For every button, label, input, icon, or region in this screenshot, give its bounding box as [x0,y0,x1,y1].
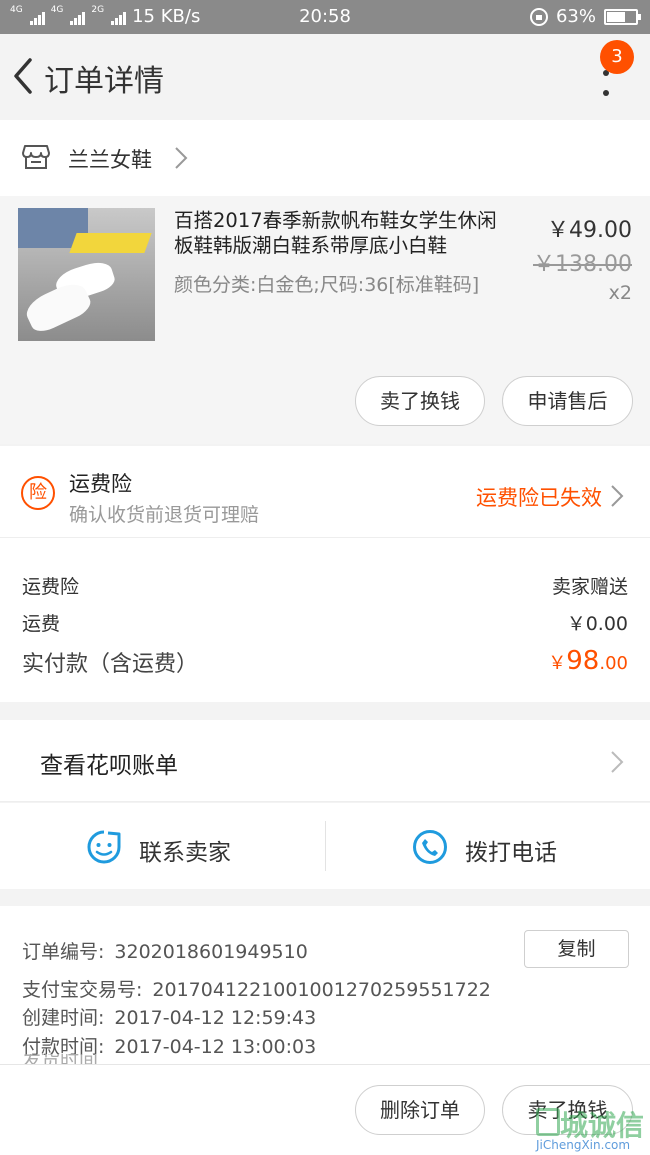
insurance-subtitle: 确认收货前退货可理赔 [69,504,260,526]
fee-insurance-value: 卖家赠送 [551,576,628,598]
created-time: 2017-04-12 12:59:43 [114,1007,317,1029]
fee-row-shipping: 运费 ￥0.00 [22,609,628,636]
status-right: 63% [529,6,641,27]
huabei-label: 查看花呗账单 [40,753,178,779]
product-item[interactable]: 百搭2017春季新款帆布鞋女学生休闲板鞋韩版潮白鞋系带厚底小白鞋 颜色分类:白金… [0,196,650,444]
paid-integer: 98 [566,646,600,676]
paid-decimal: .00 [599,653,628,674]
alipay-trade-number: 2017041221001001270259551722 [152,979,491,1001]
watermark-url: JiChengXin.com [536,1138,631,1152]
contact-seller-button[interactable]: 联系卖家 [139,833,231,867]
order-number: 3202018601949510 [114,941,308,963]
battery-icon [604,8,641,25]
paid-currency: ￥ [548,653,567,674]
product-original-price: ￥138.00 [533,252,632,277]
back-arrow-icon[interactable] [10,54,40,98]
product-quantity: x2 [608,282,632,304]
phone-icon[interactable] [412,829,448,865]
battery-percent: 63% [555,6,596,27]
product-thumbnail[interactable] [18,208,155,341]
insurance-status: 运费险已失效 [476,486,602,510]
shipping-insurance-row[interactable]: 险 运费险 确认收货前退货可理赔 运费险已失效 [0,446,650,538]
insurance-icon: 险 [21,476,55,510]
shop-row[interactable]: 兰兰女鞋 [0,120,650,196]
chat-face-icon[interactable] [86,829,122,865]
paid-time: 2017-04-12 13:00:03 [114,1036,317,1058]
fee-shipping-label: 运费 [22,613,61,635]
more-menu-icon[interactable] [596,70,616,96]
title-bar: 订单详情 [0,34,650,118]
rotation-lock-icon [529,7,548,26]
call-phone-button[interactable]: 拨打电话 [465,833,557,867]
chevron-right-icon [175,147,188,169]
paid-amount: ￥98.00 [548,646,628,676]
fee-row-paid: 实付款（含运费） ￥98.00 [22,646,628,678]
alipay-trade-label: 支付宝交易号: [22,979,143,1001]
delete-order-button[interactable]: 删除订单 [355,1085,485,1135]
contact-divider [325,821,326,871]
status-bar: 4G 4G 2G 15 KB/s 20:58 63% [0,0,650,34]
product-price: ￥49.00 [547,218,632,243]
created-time-label: 创建时间: [22,1007,105,1029]
paid-label: 实付款（含运费） [22,652,199,677]
order-info: 订单编号: 3202018601949510 复制 支付宝交易号: 20170412… [0,906,650,1066]
watermark-logo-icon [536,1108,560,1136]
order-number-line: 订单编号: 3202018601949510 [22,937,308,964]
battery-fill [607,11,625,22]
store-icon [22,145,50,169]
product-title: 百搭2017春季新款帆布鞋女学生休闲板鞋韩版潮白鞋系带厚底小白鞋 [174,209,497,257]
alipay-trade-line: 支付宝交易号: 2017041221001001270259551722 [22,975,491,1002]
fee-summary: 运费险 卖家赠送 运费 ￥0.00 实付款（含运费） ￥98.00 [0,538,650,702]
contact-bar: 联系卖家 拨打电话 [0,803,650,889]
order-number-label: 订单编号: [22,941,105,963]
chevron-right-icon [611,751,624,773]
product-sku: 颜色分类:白金色;尺码:36[标准鞋码] [174,274,480,296]
shop-name: 兰兰女鞋 [68,148,152,172]
huabei-bill-row[interactable]: 查看花呗账单 [0,720,650,802]
site-watermark: 城诚信 JiChengXin.com [532,1104,650,1155]
message-count-badge: 3 [600,40,634,74]
page-title: 订单详情 [44,64,164,99]
fee-insurance-label: 运费险 [22,576,80,598]
created-time-line: 创建时间: 2017-04-12 12:59:43 [22,1003,316,1030]
insurance-title: 运费险 [69,472,132,496]
copy-order-number-button[interactable]: 复制 [524,930,629,968]
fee-row-insurance: 运费险 卖家赠送 [22,572,628,599]
chevron-right-icon [611,485,624,507]
apply-after-sale-button[interactable]: 申请售后 [502,376,633,426]
fee-shipping-value: ￥0.00 [566,613,628,635]
sell-for-cash-button[interactable]: 卖了换钱 [355,376,485,426]
